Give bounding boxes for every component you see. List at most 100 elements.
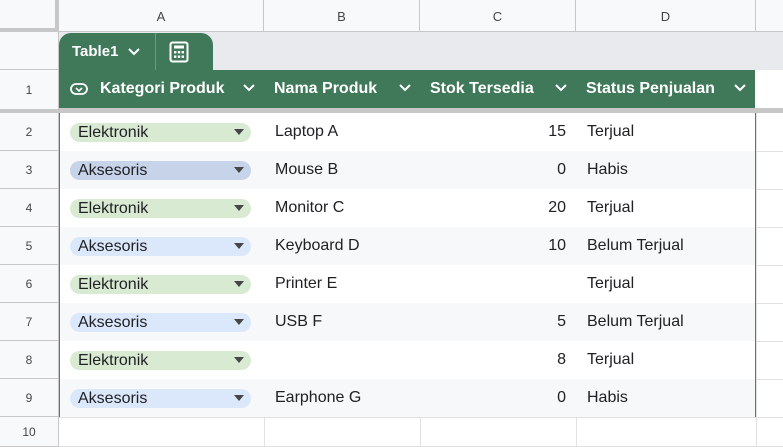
category-chip[interactable]: Elektronik: [70, 199, 251, 218]
row-header-7[interactable]: 7: [0, 303, 59, 341]
row-header-3[interactable]: 3: [0, 151, 59, 189]
row-header-2[interactable]: 2: [0, 113, 59, 151]
category-chip[interactable]: Elektronik: [70, 275, 251, 294]
cell-kategori[interactable]: Elektronik: [60, 113, 265, 151]
row-header-5[interactable]: 5: [0, 227, 59, 265]
cell-status[interactable]: Terjual: [587, 265, 755, 303]
column-header-c[interactable]: C: [420, 0, 576, 32]
cell-kategori[interactable]: Aksesoris: [60, 151, 265, 189]
cell-stok[interactable]: 8: [421, 341, 566, 379]
gridline: [756, 113, 757, 447]
gridline: [756, 189, 783, 190]
cell-status[interactable]: Belum Terjual: [587, 227, 755, 265]
header-label: Kategori Produk: [100, 80, 225, 97]
chevron-down-icon[interactable]: [242, 82, 256, 94]
chip-label: Aksesoris: [78, 237, 148, 255]
gridline: [420, 417, 421, 447]
gridline: [756, 265, 783, 266]
column-header-b[interactable]: B: [264, 0, 420, 32]
row-header-6[interactable]: 6: [0, 265, 59, 303]
header-status-penjualan[interactable]: Status Penjualan: [576, 70, 755, 108]
row-header-1[interactable]: 1: [0, 70, 59, 113]
cell-nama[interactable]: Mouse B: [275, 151, 415, 189]
dropdown-arrow-icon[interactable]: [234, 243, 244, 249]
dropdown-arrow-icon[interactable]: [234, 167, 244, 173]
cell-nama[interactable]: [275, 341, 415, 379]
cell-stok[interactable]: 0: [421, 379, 566, 417]
chevron-down-icon[interactable]: [554, 82, 568, 94]
chevron-down-icon[interactable]: [733, 82, 747, 94]
category-chip[interactable]: Aksesoris: [70, 237, 251, 256]
dropdown-arrow-icon[interactable]: [234, 395, 244, 401]
dropdown-chip-icon: [70, 83, 88, 95]
gridline: [756, 379, 783, 380]
dropdown-arrow-icon[interactable]: [234, 357, 244, 363]
column-header-a[interactable]: A: [59, 0, 264, 32]
cell-status[interactable]: Habis: [587, 379, 755, 417]
dropdown-arrow-icon[interactable]: [234, 129, 244, 135]
cell-stok[interactable]: 15: [421, 113, 566, 151]
cell-status[interactable]: Terjual: [587, 189, 755, 227]
cell-status[interactable]: Belum Terjual: [587, 303, 755, 341]
cell-status[interactable]: Habis: [587, 151, 755, 189]
chip-label: Elektronik: [78, 275, 149, 293]
category-chip[interactable]: Aksesoris: [70, 313, 251, 332]
dropdown-arrow-icon[interactable]: [234, 319, 244, 325]
table-row: Aksesoris Keyboard D 10 Belum Terjual: [60, 227, 755, 265]
cell-nama[interactable]: Monitor C: [275, 189, 415, 227]
row-header-8[interactable]: 8: [0, 341, 59, 379]
cell-nama[interactable]: Laptop A: [275, 113, 415, 151]
table-name-tab[interactable]: Table1: [59, 33, 213, 70]
header-label: Nama Produk: [274, 80, 378, 97]
calculator-icon[interactable]: [169, 41, 189, 63]
gridline: [756, 227, 783, 228]
header-stok-tersedia[interactable]: Stok Tersedia: [420, 70, 576, 108]
header-kategori-produk[interactable]: Kategori Produk: [59, 70, 264, 108]
chip-label: Elektronik: [78, 123, 149, 141]
table-row: Aksesoris Mouse B 0 Habis: [60, 151, 755, 189]
cell-nama[interactable]: Printer E: [275, 265, 415, 303]
cell-status[interactable]: Terjual: [587, 341, 755, 379]
category-chip[interactable]: Aksesoris: [70, 389, 251, 408]
cell-stok[interactable]: [421, 265, 566, 303]
column-header-d[interactable]: D: [576, 0, 756, 32]
header-nama-produk[interactable]: Nama Produk: [264, 70, 420, 108]
chevron-down-icon[interactable]: [398, 82, 412, 94]
chevron-down-icon[interactable]: [127, 47, 141, 57]
chip-label: Aksesoris: [78, 389, 148, 407]
header-label: Status Penjualan: [586, 80, 715, 97]
category-chip[interactable]: Elektronik: [70, 123, 251, 142]
cell-nama[interactable]: Earphone G: [275, 379, 415, 417]
cell-kategori[interactable]: Aksesoris: [60, 303, 265, 341]
cell-nama[interactable]: USB F: [275, 303, 415, 341]
cell-kategori[interactable]: Elektronik: [60, 341, 265, 379]
row-header-4[interactable]: 4: [0, 189, 59, 227]
cell-status[interactable]: Terjual: [587, 113, 755, 151]
table-body: Elektronik Laptop A 15 Terjual Aksesoris…: [59, 113, 756, 417]
category-chip[interactable]: Aksesoris: [70, 161, 251, 180]
table-row: Elektronik Monitor C 20 Terjual: [60, 189, 755, 227]
table-header-row: Kategori Produk Nama Produk Stok Tersedi…: [59, 70, 755, 108]
table-row: Elektronik 8 Terjual: [60, 341, 755, 379]
cell-stok[interactable]: 0: [421, 151, 566, 189]
chip-label: Aksesoris: [78, 313, 148, 331]
category-chip[interactable]: Elektronik: [70, 351, 251, 370]
cell-stok[interactable]: 20: [421, 189, 566, 227]
cell-kategori[interactable]: Aksesoris: [60, 379, 265, 417]
select-all-corner[interactable]: [0, 0, 59, 32]
dropdown-arrow-icon[interactable]: [234, 281, 244, 287]
cell-stok[interactable]: 5: [421, 303, 566, 341]
table-row: Aksesoris Earphone G 0 Habis: [60, 379, 755, 417]
cell-kategori[interactable]: Elektronik: [60, 189, 265, 227]
row-header-10[interactable]: 10: [0, 417, 59, 447]
table-name[interactable]: Table1: [72, 43, 118, 60]
cell-nama[interactable]: Keyboard D: [275, 227, 415, 265]
cell-stok[interactable]: 10: [421, 227, 566, 265]
row-header-9[interactable]: 9: [0, 379, 59, 417]
table-row: Aksesoris USB F 5 Belum Terjual: [60, 303, 755, 341]
gridline: [264, 417, 265, 447]
dropdown-arrow-icon[interactable]: [234, 205, 244, 211]
cell-kategori[interactable]: Aksesoris: [60, 227, 265, 265]
chip-label: Elektronik: [78, 199, 149, 217]
cell-kategori[interactable]: Elektronik: [60, 265, 265, 303]
